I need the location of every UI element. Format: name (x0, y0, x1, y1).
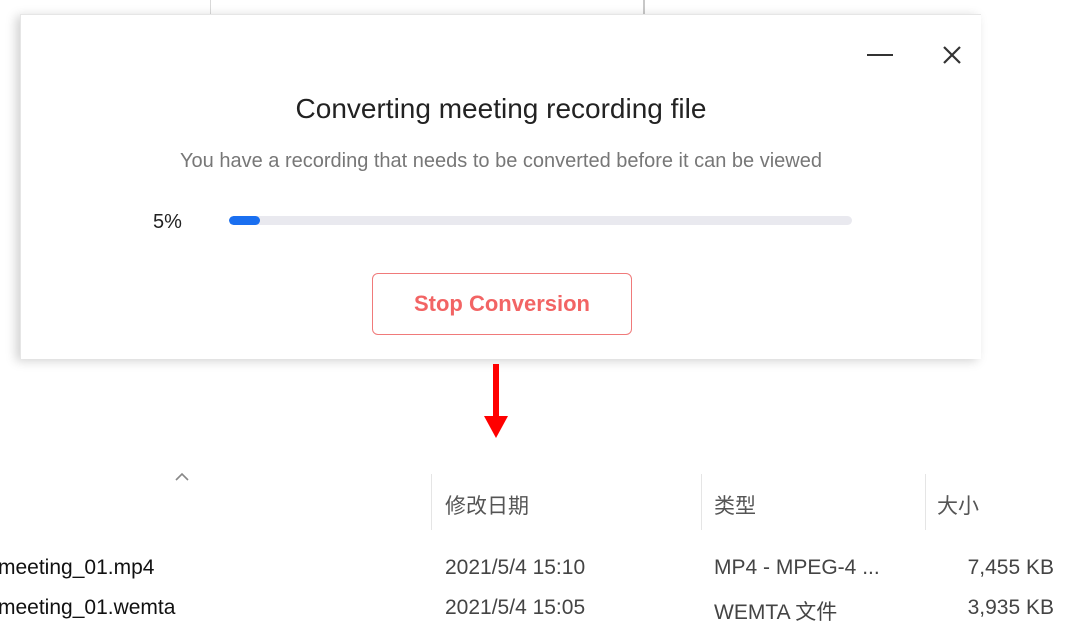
column-header-size[interactable]: 大小 (937, 490, 979, 520)
file-date: 2021/5/4 15:05 (445, 596, 586, 619)
column-separator[interactable] (701, 474, 702, 530)
minimize-icon (867, 54, 893, 56)
column-header-date[interactable]: 修改日期 (445, 490, 529, 520)
progress-percent: 5% (153, 211, 182, 233)
conversion-dialog: Converting meeting recording file You ha… (20, 14, 981, 359)
close-button[interactable] (936, 41, 968, 69)
progress-bar (229, 216, 852, 225)
sort-ascending-caret-icon[interactable] (174, 472, 190, 482)
file-type: WEMTA 文件 (714, 601, 838, 624)
stop-conversion-button[interactable]: Stop Conversion (372, 273, 632, 335)
dialog-description: You have a recording that needs to be co… (180, 150, 822, 172)
column-separator[interactable] (431, 474, 432, 530)
minimize-button[interactable] (864, 41, 896, 69)
progress-bar-fill (229, 216, 261, 225)
file-name[interactable]: meeting_01.wemta (0, 596, 175, 620)
column-header-type[interactable]: 类型 (714, 490, 756, 520)
close-icon (943, 46, 961, 64)
column-separator[interactable] (925, 474, 926, 530)
file-date: 2021/5/4 15:10 (445, 556, 586, 579)
file-size: 3,935 KB (967, 596, 1054, 619)
file-name[interactable]: meeting_01.mp4 (0, 556, 154, 580)
file-type: MP4 - MPEG-4 ... (714, 556, 880, 579)
file-size: 7,455 KB (967, 556, 1054, 579)
dialog-title: Converting meeting recording file (295, 93, 707, 124)
down-arrow-icon (484, 364, 508, 438)
